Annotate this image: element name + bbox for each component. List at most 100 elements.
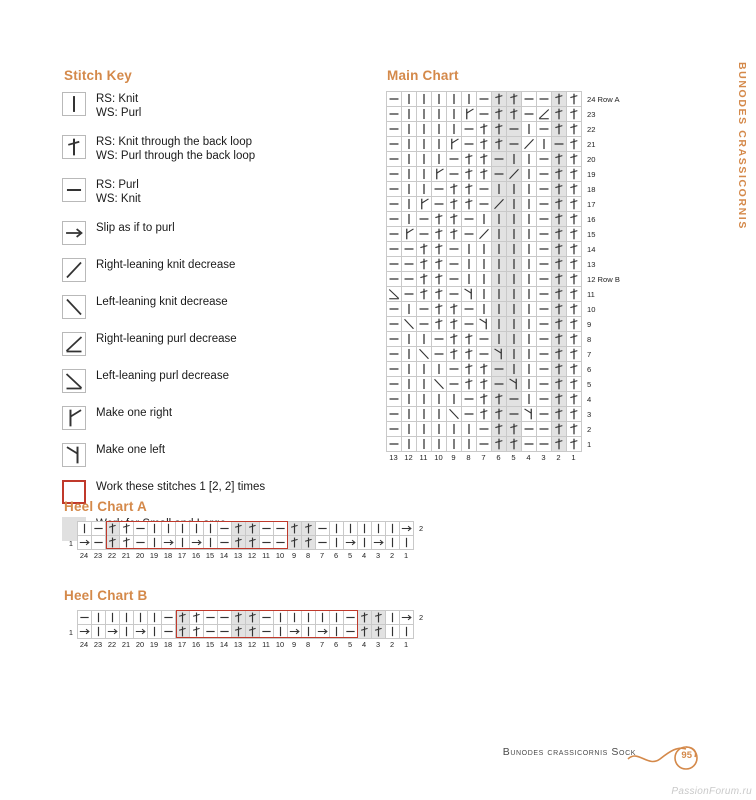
chart-cell (260, 611, 274, 625)
chart-cell (162, 522, 176, 536)
chart-cell (387, 377, 402, 392)
chart-cell (246, 536, 260, 550)
chart-cell (387, 122, 402, 137)
knit-icon (513, 183, 515, 195)
chart-cell (567, 347, 582, 362)
chart-cell (552, 362, 567, 377)
chart-cell (402, 392, 417, 407)
knit-tbl-icon (569, 138, 578, 150)
chart-column-label: 1 (403, 551, 409, 560)
knit-icon (405, 626, 408, 637)
stitch-key-label: Slip as if to purl (96, 222, 175, 234)
chart-cell (106, 522, 120, 536)
chart-cell (477, 272, 492, 287)
knit-icon (423, 378, 425, 390)
knit-icon (513, 348, 515, 360)
chart-cell (537, 347, 552, 362)
chart-column-label: 21 (121, 640, 131, 649)
knit-icon (423, 423, 425, 435)
knit-icon (513, 363, 515, 375)
purl-icon (388, 428, 400, 430)
knit-tbl-icon (464, 153, 473, 165)
knit-icon (438, 93, 440, 105)
chart-cell (522, 152, 537, 167)
knit-tbl-icon (449, 303, 458, 315)
chart-cell (462, 197, 477, 212)
chart-row-label: 2 (419, 612, 424, 622)
purl-icon (433, 353, 445, 355)
purl-icon (538, 158, 550, 160)
knit-tbl-icon (554, 393, 563, 405)
chart-cell (507, 107, 522, 122)
slip-icon (107, 628, 118, 635)
chart-cell (477, 362, 492, 377)
knit-icon (453, 438, 455, 450)
chart-column-label: 1 (571, 453, 576, 462)
knit-icon (408, 183, 410, 195)
knit-tbl-icon (494, 408, 503, 420)
chart-cell (330, 625, 344, 639)
chart-cell (134, 522, 148, 536)
chart-cell (507, 302, 522, 317)
knit-icon (408, 378, 410, 390)
chart-cell (432, 422, 447, 437)
chart-cell (402, 422, 417, 437)
chart-column-label: 10 (275, 640, 285, 649)
knit-icon (391, 537, 394, 548)
purl-icon (463, 233, 475, 235)
knit-icon (528, 258, 530, 270)
chart-column-label: 11 (419, 453, 428, 462)
chart-cell (492, 152, 507, 167)
chart-cell (492, 317, 507, 332)
chart-row: 23 (386, 107, 620, 122)
chart-column-label: 7 (319, 551, 325, 560)
stitch-key-label: Right-leaning knit decrease (96, 259, 236, 271)
chart-cell (507, 152, 522, 167)
chart-column-label: 24 (79, 640, 89, 649)
chart-cell (92, 522, 106, 536)
purl-icon (508, 143, 520, 145)
knit-icon (125, 626, 128, 637)
knit-icon (408, 138, 410, 150)
stitch-key-row: RS: Knit WS: Purl (62, 92, 372, 128)
chart-cell (567, 242, 582, 257)
chart-cell (492, 212, 507, 227)
chart-cell (507, 257, 522, 272)
chart-cell (567, 212, 582, 227)
chart-cell (432, 407, 447, 422)
chart-row-label: 6 (587, 365, 592, 374)
purl-icon (448, 278, 460, 280)
knit-icon (391, 626, 394, 637)
k-dec-left-icon (418, 348, 430, 360)
chart-cell (507, 332, 522, 347)
chart-cell (522, 197, 537, 212)
chart-cell (432, 242, 447, 257)
chart-cell (492, 122, 507, 137)
knit-icon (423, 393, 425, 405)
chart-cell (204, 611, 218, 625)
chart-cell (477, 287, 492, 302)
chart-cell (387, 182, 402, 197)
chart-cell (387, 167, 402, 182)
knit-tbl-icon (569, 333, 578, 345)
chart-cell (288, 522, 302, 536)
chart-row-cells (386, 122, 582, 137)
purl-icon (388, 353, 400, 355)
knit-tbl-icon (434, 273, 443, 285)
chart-row: 2 (63, 521, 423, 536)
knit-tbl-icon (569, 183, 578, 195)
chart-cell (552, 332, 567, 347)
side-running-head: BUNODES CRASSICORNIS (736, 62, 748, 230)
purl-icon (433, 203, 445, 205)
chart-column-label: 12 (247, 551, 257, 560)
chart-cell (402, 377, 417, 392)
chart-row: 4 (386, 392, 620, 407)
purl-icon (448, 158, 460, 160)
knit-tbl-icon (554, 273, 563, 285)
chart-cell (507, 167, 522, 182)
chart-row-cells (386, 422, 582, 437)
knit-tbl-icon (554, 198, 563, 210)
chart-cell (432, 392, 447, 407)
purl-icon (219, 630, 230, 633)
knit-icon (363, 537, 366, 548)
